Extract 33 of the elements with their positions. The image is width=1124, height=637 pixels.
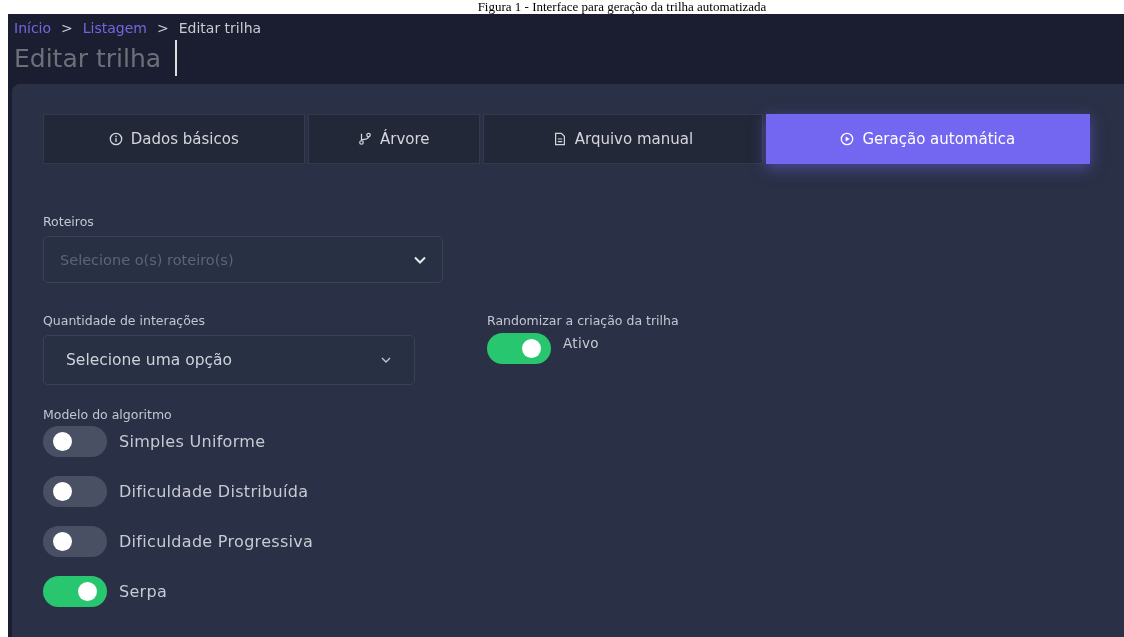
toggle-label: Simples Uniforme bbox=[119, 432, 266, 451]
info-icon bbox=[108, 132, 123, 146]
toggle-switch[interactable] bbox=[43, 526, 107, 557]
chevron-icon bbox=[380, 356, 392, 364]
branch-icon bbox=[358, 132, 373, 146]
toggle-label: Ativo bbox=[563, 334, 599, 351]
breadcrumb-separator: > bbox=[157, 20, 169, 36]
toggle-label: Serpa bbox=[119, 582, 168, 601]
breadcrumb-separator: > bbox=[61, 20, 73, 36]
select-field[interactable]: Selecione uma opção bbox=[43, 335, 415, 385]
toggle-switch[interactable] bbox=[43, 476, 107, 507]
tab[interactable]: Árvore bbox=[307, 114, 481, 164]
field-label: Modelo do algoritmo bbox=[43, 407, 173, 422]
current-page-text: Editar trilha bbox=[178, 20, 262, 36]
toggle-switch[interactable] bbox=[43, 576, 107, 607]
field-label: Roteiros bbox=[43, 214, 95, 229]
tab[interactable]: Arquivo manual bbox=[483, 114, 763, 164]
text-cursor bbox=[175, 40, 178, 76]
field-label: Quantidade de interações bbox=[43, 313, 207, 328]
breadcrumb-link[interactable]: Listagem bbox=[82, 20, 147, 36]
toggle-switch[interactable] bbox=[43, 426, 107, 457]
play-icon bbox=[840, 132, 855, 146]
toggle-label: Dificuldade Distribuída bbox=[119, 482, 309, 501]
tab[interactable]: Geração automática bbox=[765, 114, 1090, 164]
document-icon bbox=[552, 132, 567, 146]
toggle-label: Dificuldade Progressiva bbox=[119, 532, 314, 551]
figure-caption: Figura 1 - Interface para geração da trilha automatizada bbox=[477, 0, 767, 14]
field-label: Randomizar a criação da trilha bbox=[487, 313, 679, 328]
toggle-switch[interactable] bbox=[487, 333, 551, 364]
page-title: Editar trilha bbox=[14, 43, 162, 73]
chevron-icon bbox=[414, 255, 426, 264]
tab[interactable]: Dados básicos bbox=[43, 114, 305, 164]
breadcrumb-link[interactable]: Início bbox=[14, 20, 52, 36]
